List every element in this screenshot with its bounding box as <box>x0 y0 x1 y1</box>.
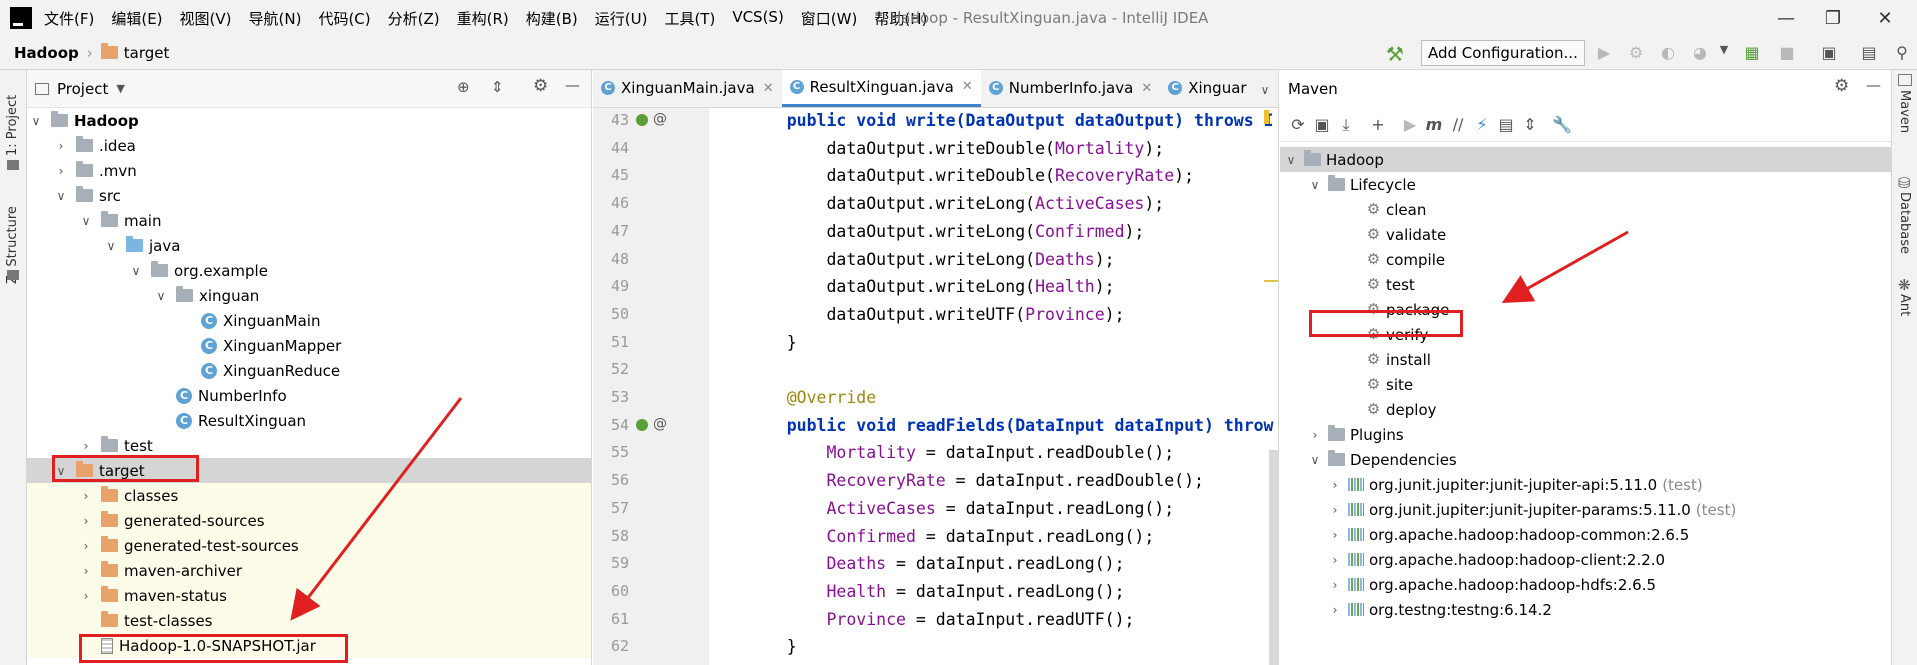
arrow-to-package <box>1501 230 1629 303</box>
annotation-arrows <box>290 230 1629 621</box>
arrow-to-jar <box>290 397 463 621</box>
